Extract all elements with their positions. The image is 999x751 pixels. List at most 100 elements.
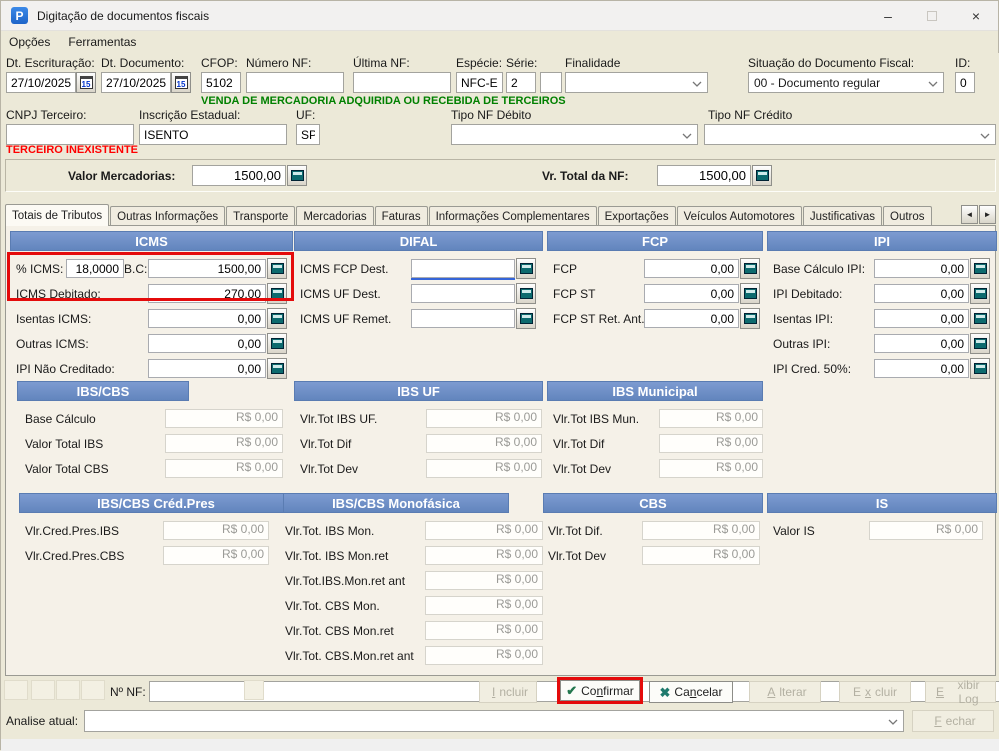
- base-calculo-ipi-field[interactable]: [874, 259, 969, 278]
- finalidade-select[interactable]: [565, 72, 708, 93]
- cnpj-terceiro-input[interactable]: [6, 124, 134, 145]
- uf-input[interactable]: [296, 124, 320, 145]
- tab-scroll-left-button[interactable]: ◄: [961, 205, 978, 224]
- ipi-nao-creditado-calc-button[interactable]: [267, 358, 287, 379]
- dt-escrituracao-input[interactable]: [6, 72, 76, 93]
- serie-input[interactable]: [506, 72, 536, 93]
- menu-item-ferramentas[interactable]: Ferramentas: [68, 35, 136, 49]
- totals-bar: Valor Mercadorias: Vr. Total da NF:: [5, 159, 996, 192]
- tab-scroll-right-button[interactable]: ►: [979, 205, 996, 224]
- fcp-st-ret-ant-calc-button[interactable]: [740, 308, 760, 329]
- icms-debitado-field[interactable]: [148, 284, 266, 303]
- vr-total-nf-input[interactable]: [657, 165, 751, 186]
- fcp-st-ret-ant-field[interactable]: [644, 309, 739, 328]
- isentas-icms-calc-button[interactable]: [267, 308, 287, 329]
- numero-nf-input[interactable]: [246, 72, 344, 93]
- tab-exportacoes[interactable]: Exportações: [597, 206, 676, 226]
- vlr-tot-ibs-mon-ret-label: Vlr.Tot. IBS Mon.ret: [285, 548, 389, 563]
- inscricao-estadual-input[interactable]: [139, 124, 287, 145]
- dt-documento-calendar-button[interactable]: 15: [171, 72, 191, 93]
- icms-fcp-dest-calc-button[interactable]: [516, 258, 536, 279]
- ultima-nf-input[interactable]: [353, 72, 451, 93]
- tab-justificativas[interactable]: Justificativas: [802, 206, 882, 226]
- vlr-tot-cbs-mon-field: R$ 0,00: [425, 596, 543, 615]
- dt-documento-input[interactable]: [101, 72, 171, 93]
- ibs-cbs-monofasica-section: IBS/CBS Monofásica Vlr.Tot. IBS Mon. R$ 0,…: [279, 493, 543, 668]
- vlr-tot-ibs-mon-ret-field: R$ 0,00: [425, 546, 543, 565]
- vlr-tot-dev-label: Vlr.Tot Dev: [553, 461, 612, 476]
- tab-veiculos-automotores[interactable]: Veículos Automotores: [676, 206, 802, 226]
- fcp-section-header: FCP: [547, 231, 763, 251]
- is-section-header: IS: [767, 493, 997, 513]
- fcp-st-field[interactable]: [644, 284, 739, 303]
- valor-mercadorias-calc-button[interactable]: [287, 165, 307, 186]
- outras-icms-calc-button[interactable]: [267, 333, 287, 354]
- icms-uf-remet-calc-button[interactable]: [516, 308, 536, 329]
- confirmar-button[interactable]: ✔ Confirmar: [560, 680, 640, 701]
- aux-input[interactable]: [540, 72, 562, 93]
- situacao-group: Situação do Documento Fiscal: 00 - Docum…: [748, 56, 944, 93]
- tab-faturas[interactable]: Faturas: [374, 206, 428, 226]
- icms-debitado-label: ICMS Debitado:: [16, 286, 101, 301]
- valor-total-ibs-label: Valor Total IBS: [25, 436, 104, 451]
- outras-ipi-field[interactable]: [874, 334, 969, 353]
- isentas-ipi-calc-button[interactable]: [970, 308, 990, 329]
- icms-uf-dest-calc-button[interactable]: [516, 283, 536, 304]
- outras-icms-field[interactable]: [148, 334, 266, 353]
- isentas-icms-field[interactable]: [148, 309, 266, 328]
- tipo-nf-debito-group: Tipo NF Débito: [451, 108, 698, 145]
- tab-outros[interactable]: Outros: [883, 206, 932, 226]
- tipo-nf-debito-label: Tipo NF Débito: [451, 108, 532, 122]
- tipo-nf-debito-select[interactable]: [451, 124, 698, 145]
- icms-uf-remet-field[interactable]: [411, 309, 515, 328]
- especie-input[interactable]: [456, 72, 503, 93]
- dt-escrituracao-calendar-button[interactable]: 15: [76, 72, 96, 93]
- x-icon: ✖: [659, 684, 671, 700]
- aux-label: [540, 56, 562, 70]
- valor-mercadorias-input[interactable]: [192, 165, 286, 186]
- tab-transporte[interactable]: Transporte: [226, 206, 296, 226]
- tab-totais-de-tributos[interactable]: Totais de Tributos: [5, 204, 110, 226]
- isentas-icms-label: Isentas ICMS:: [16, 311, 92, 326]
- minimize-button[interactable]: –: [866, 2, 910, 31]
- vr-total-nf-calc-button[interactable]: [752, 165, 772, 186]
- icms-debitado-calc-button[interactable]: [267, 283, 287, 304]
- fcp-calc-button[interactable]: [740, 258, 760, 279]
- fcp-field[interactable]: [644, 259, 739, 278]
- isentas-ipi-field[interactable]: [874, 309, 969, 328]
- icms-uf-dest-field[interactable]: [411, 284, 515, 303]
- valor-total-cbs-label: Valor Total CBS: [25, 461, 109, 476]
- id-input[interactable]: [955, 72, 975, 93]
- tipo-nf-credito-select[interactable]: [704, 124, 996, 145]
- cfop-input[interactable]: [201, 72, 241, 93]
- ipi-nao-creditado-field[interactable]: [148, 359, 266, 378]
- icms-fcp-dest-field[interactable]: [411, 259, 515, 278]
- b-c-calc-button[interactable]: [267, 258, 287, 279]
- app-window: P Digitação de documentos fiscais – × Op…: [0, 0, 999, 751]
- menu-item-opcoes[interactable]: Opções: [9, 35, 50, 49]
- outras-ipi-calc-button[interactable]: [970, 333, 990, 354]
- fechar-button: Fechar: [912, 710, 994, 732]
- situacao-select[interactable]: 00 - Documento regular: [748, 72, 944, 93]
- ipi-cred-50-calc-button[interactable]: [970, 358, 990, 379]
- vlr-cred-pres-cbs-field: R$ 0,00: [163, 546, 269, 565]
- analise-atual-select[interactable]: [84, 710, 904, 732]
- b-c-field[interactable]: [148, 259, 266, 278]
- cancelar-button[interactable]: ✖ Cancelar: [649, 681, 733, 703]
- ipi-debitado-calc-button[interactable]: [970, 283, 990, 304]
- finalidade-label: Finalidade: [565, 56, 621, 70]
- base-calculo-label: Base Cálculo: [25, 411, 96, 426]
- especie-label: Espécie:: [456, 56, 503, 70]
- calculator-icon: [270, 338, 284, 349]
- close-button[interactable]: ×: [954, 2, 998, 31]
- tab-informacoes-complementares[interactable]: Informações Complementares: [428, 206, 597, 226]
- tab-mercadorias[interactable]: Mercadorias: [296, 206, 374, 226]
- ipi-cred-50-field[interactable]: [874, 359, 969, 378]
- icms-field[interactable]: [66, 259, 124, 278]
- tab-outras-informacoes[interactable]: Outras Informações: [110, 206, 226, 226]
- calculator-icon: [519, 288, 533, 299]
- uf-group: UF:: [296, 108, 320, 145]
- ipi-debitado-field[interactable]: [874, 284, 969, 303]
- base-calculo-ipi-calc-button[interactable]: [970, 258, 990, 279]
- fcp-st-calc-button[interactable]: [740, 283, 760, 304]
